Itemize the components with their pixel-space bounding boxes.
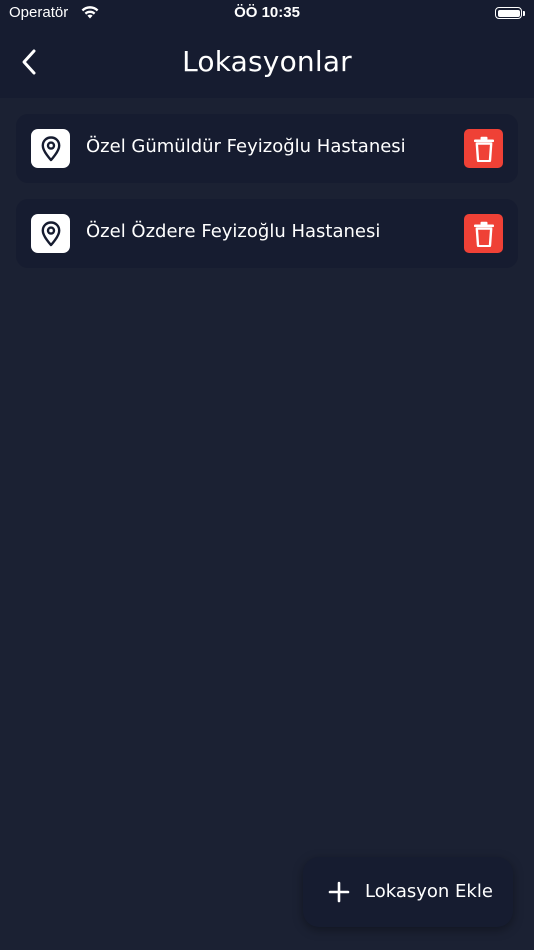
battery-icon: [495, 7, 522, 19]
map-pin-icon: [31, 129, 70, 168]
add-location-label: Lokasyon Ekle: [365, 881, 493, 902]
battery-tip: [523, 11, 525, 16]
location-card[interactable]: Özel Özdere Feyizoğlu Hastanesi: [16, 199, 518, 268]
status-bar: Operatör ÖÖ 10:35: [0, 0, 534, 28]
delete-location-button[interactable]: [464, 214, 503, 253]
trash-icon: [473, 136, 494, 162]
map-pin-icon: [31, 214, 70, 253]
location-name: Özel Özdere Feyizoğlu Hastanesi: [86, 221, 381, 242]
location-card[interactable]: Özel Gümüldür Feyizoğlu Hastanesi: [16, 114, 518, 183]
plus-icon: [328, 881, 350, 903]
location-name: Özel Gümüldür Feyizoğlu Hastanesi: [86, 136, 406, 157]
add-location-button[interactable]: Lokasyon Ekle: [303, 857, 513, 927]
header-bar: Operatör ÖÖ 10:35 Lokasyonlar: [0, 0, 534, 98]
status-time: ÖÖ 10:35: [234, 4, 300, 21]
location-list: Özel Gümüldür Feyizoğlu Hastanesi Özel Ö…: [16, 114, 518, 284]
delete-location-button[interactable]: [464, 129, 503, 168]
trash-icon: [473, 221, 494, 247]
page-title: Lokasyonlar: [182, 45, 352, 78]
battery-level: [497, 9, 520, 17]
